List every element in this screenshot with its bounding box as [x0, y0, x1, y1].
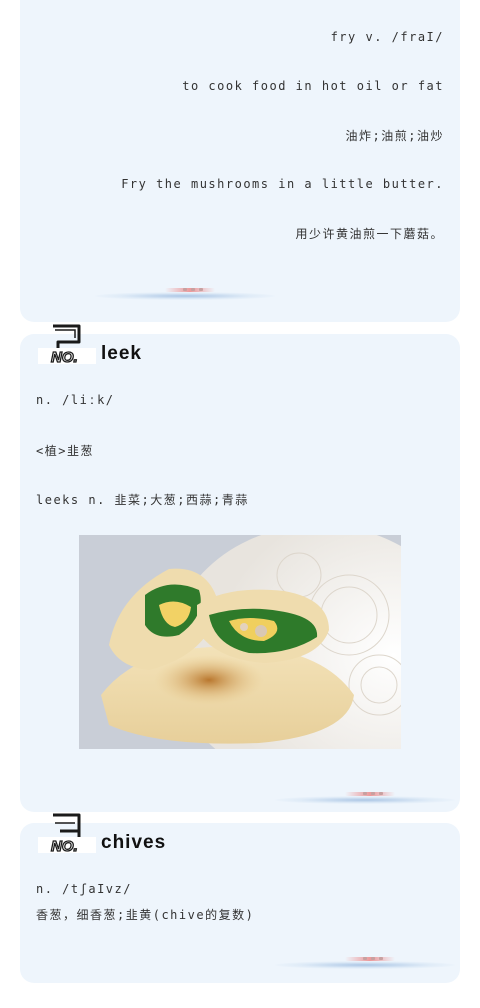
decorative-brush-stroke	[275, 949, 455, 979]
definition-chives: 香葱，细香葱;韭黄(chive的复数)	[36, 908, 255, 922]
translation-fry: 油炸;油煎;油炒	[345, 129, 444, 143]
word-card-chives: NO. chives n. /tʃaIvz/ 香葱，细香葱;韭黄(chive的复…	[20, 813, 460, 983]
phonetic-leek: n. /liːk/	[36, 393, 115, 407]
phonetic-chives: n. /tʃaIvz/	[36, 882, 132, 896]
badge-label: NO.	[51, 838, 78, 855]
badge-label: NO.	[51, 349, 78, 366]
word-title-chives: chives	[101, 832, 167, 853]
word-title-leek: leek	[101, 343, 142, 364]
number-badge-icon: NO.	[38, 811, 98, 855]
example-en-fry: Fry the mushrooms in a little butter.	[121, 177, 444, 191]
number-badge-icon: NO.	[38, 322, 98, 366]
category-leek: <植>韭葱	[36, 444, 94, 458]
decorative-brush-stroke	[95, 280, 275, 310]
headword-fry: fry v. /fraI/	[330, 30, 444, 44]
dumpling-photo	[79, 535, 401, 749]
plural-leek: leeks n. 韭菜;大葱;西蒜;青蒜	[36, 493, 249, 507]
example-zh-fry: 用少许黄油煎一下蘑菇。	[295, 227, 444, 241]
definition-fry: to cook food in hot oil or fat	[182, 79, 444, 93]
word-card-leek: NO. leek n. /liːk/ <植>韭葱 leeks n. 韭菜;大葱;…	[20, 324, 460, 814]
decorative-brush-stroke	[275, 784, 455, 814]
word-card-fry: fry v. /fraI/ to cook food in hot oil or…	[20, 0, 460, 322]
